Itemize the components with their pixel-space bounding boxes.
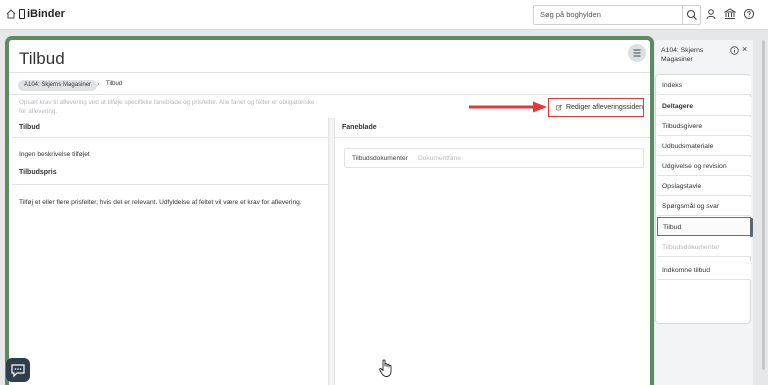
breadcrumb-separator: › [97,81,100,88]
panel-item-deltagere[interactable]: Deltagere [657,97,751,116]
panel-item-tilbud[interactable]: Tilbud [657,217,751,236]
chat-icon [11,364,25,378]
main-frame: Tilbud A104: Skjerns Magasiner › Tilbud … [5,36,654,385]
tab-card[interactable]: Tilbudsdokumenter Dokumentfane [344,148,644,168]
red-arrow-annotation [469,101,547,113]
search-icon[interactable] [684,7,700,23]
edit-icon [556,104,562,111]
top-bar: iBinder Søg på boghylden [0,0,768,30]
menu-button[interactable] [628,44,646,62]
help-icon[interactable] [743,8,755,20]
divider [335,137,650,138]
panel-item-tilbudsgivere[interactable]: Tilbudsgivere [657,117,751,136]
tab-card-type: Dokumentfane [418,155,461,162]
panel-nav-list: Indeks Deltagere Tilbudsgivere Udbudsmat… [655,74,753,324]
divider [12,184,329,185]
offer-description: Ingen beskrivelse tilføjet [19,151,90,158]
price-description: Tilføj et eller flere prisfelter, hvis d… [19,199,302,206]
tab-card-name: Tilbudsdokumenter [352,155,408,162]
offer-column: Tilbud Ingen beskrivelse tilføjet Tilbud… [12,118,329,385]
chat-button[interactable] [6,358,30,382]
search-box[interactable]: Søg på boghylden [533,5,701,25]
page-title: Tilbud [19,49,65,68]
close-icon[interactable]: × [742,44,747,54]
info-icon[interactable] [730,46,739,55]
menu-icon [633,49,641,57]
breadcrumb-current: Tilbud [106,81,123,87]
home-icon[interactable] [6,9,16,19]
panel-item-spoergsmaal-og-svar[interactable]: Spørgsmål og svar [657,197,751,216]
edit-button-label: Rediger afleveringssiden [565,104,643,111]
price-header: Tilbudspris [19,169,57,176]
search-input[interactable]: Søg på boghylden [540,10,601,19]
panel-item-indeks[interactable]: Indeks [657,76,751,95]
right-panel: A104: Skjerns Magasiner × Indeks Deltage… [655,40,753,385]
panel-item-udbudsmateriale[interactable]: Udbudsmateriale [657,137,751,156]
divider [12,137,329,138]
panel-item-udgivelse-og-revision[interactable]: Udgivelse og revision [657,157,751,176]
breadcrumb-parent[interactable]: A104: Skjerns Magasiner [18,80,98,91]
scrollbar-thumb[interactable] [762,40,765,370]
tabs-header: Faneblade [342,124,377,131]
panel-title: A104: Skjerns Magasiner [661,47,704,63]
panel-item-opslagstavle[interactable]: Opslagstavle [657,177,751,196]
divider [9,94,650,95]
divider [9,72,650,73]
user-icon[interactable] [705,8,717,20]
app-logo[interactable]: iBinder [19,8,65,20]
active-indicator [750,218,753,237]
bank-icon[interactable] [724,8,736,20]
edit-submission-page-button[interactable]: Rediger afleveringssiden [548,98,644,117]
panel-item-tilbudsdokumenter[interactable]: Tilbudsdokumenter [657,238,751,257]
logo-mark-icon [19,9,25,19]
search-divider [682,6,683,24]
panel-item-indkomne-tilbud[interactable]: Indkomne tilbud [657,261,751,280]
app-name: iBinder [27,8,65,20]
offer-header: Tilbud [19,124,40,131]
intro-text: Opsæt krav til aflevering ved at tilføje… [19,99,315,115]
hand-cursor-icon [379,359,392,377]
